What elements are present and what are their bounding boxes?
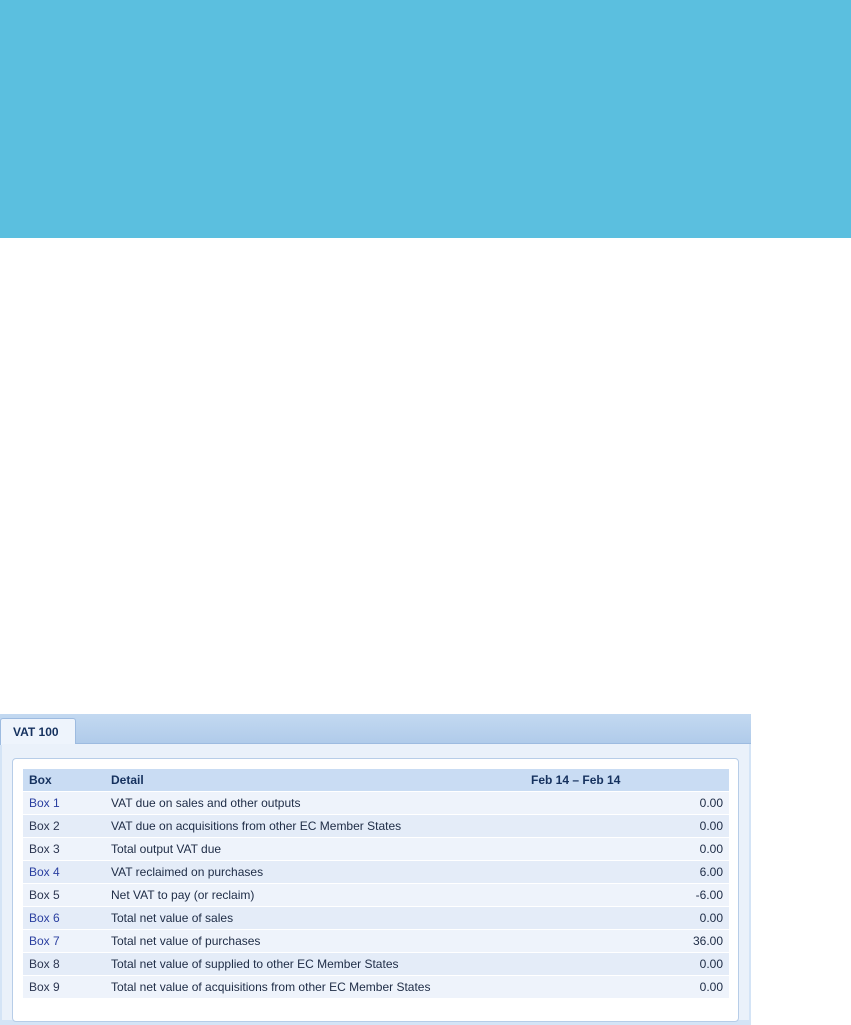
box-detail: VAT reclaimed on purchases [105,860,525,884]
table-row: Box 1 VAT due on sales and other outputs 0… [23,791,729,815]
box-amount: 0.00 [525,791,729,815]
box-number[interactable]: Box 4 [23,860,105,884]
box-detail: VAT due on sales and other outputs [105,791,525,815]
box-amount: 0.00 [525,837,729,861]
column-header-detail: Detail [105,769,525,792]
column-header-box: Box [23,769,105,792]
box-number: Box 5 [23,883,105,907]
box-detail: VAT due on acquisitions from other EC Me… [105,814,525,838]
box-number: Box 3 [23,837,105,861]
box-detail: Total net value of purchases [105,929,525,953]
box-number: Box 2 [23,814,105,838]
vat-table: Box Detail Feb 14 – Feb 14 Box 1 VAT due … [23,769,729,999]
box-number[interactable]: Box 7 [23,929,105,953]
box-amount: 36.00 [525,929,729,953]
box-detail: Net VAT to pay (or reclaim) [105,883,525,907]
box-amount: 0.00 [525,906,729,930]
tab-content: Box Detail Feb 14 – Feb 14 Box 1 VAT due … [2,744,749,1022]
box-amount: 0.00 [525,975,729,999]
vat-table-card: Box Detail Feb 14 – Feb 14 Box 1 VAT due … [12,758,739,1022]
box-number: Box 9 [23,975,105,999]
column-header-period: Feb 14 – Feb 14 [525,769,729,792]
tab-vat-100[interactable]: VAT 100 [0,718,76,745]
table-row: Box 8 Total net value of supplied to othe… [23,952,729,976]
box-amount: -6.00 [525,883,729,907]
table-row: Box 7 Total net value of purchases 36.00 [23,929,729,953]
table-row: Box 2 VAT due on acquisitions from other … [23,814,729,838]
box-amount: 0.00 [525,814,729,838]
box-detail: Total net value of sales [105,906,525,930]
box-detail: Total net value of acquisitions from oth… [105,975,525,999]
table-row: Box 4 VAT reclaimed on purchases 6.00 [23,860,729,884]
table-row: Box 6 Total net value of sales 0.00 [23,906,729,930]
vat-return-panel: VAT 100 Box Detail Feb 14 – Feb 14 Box 1… [0,714,751,1025]
table-row: Box 3 Total output VAT due 0.00 [23,837,729,861]
table-header-row: Box Detail Feb 14 – Feb 14 [23,769,729,792]
box-detail: Total output VAT due [105,837,525,861]
table-body: Box 1 VAT due on sales and other outputs 0… [23,791,729,999]
top-banner [0,0,851,238]
box-detail: Total net value of supplied to other EC … [105,952,525,976]
box-number: Box 8 [23,952,105,976]
tab-strip: VAT 100 [0,714,751,745]
box-amount: 6.00 [525,860,729,884]
box-amount: 0.00 [525,952,729,976]
box-number[interactable]: Box 6 [23,906,105,930]
box-number[interactable]: Box 1 [23,791,105,815]
table-row: Box 9 Total net value of acquisitions fro… [23,975,729,999]
table-row: Box 5 Net VAT to pay (or reclaim) -6.00 [23,883,729,907]
